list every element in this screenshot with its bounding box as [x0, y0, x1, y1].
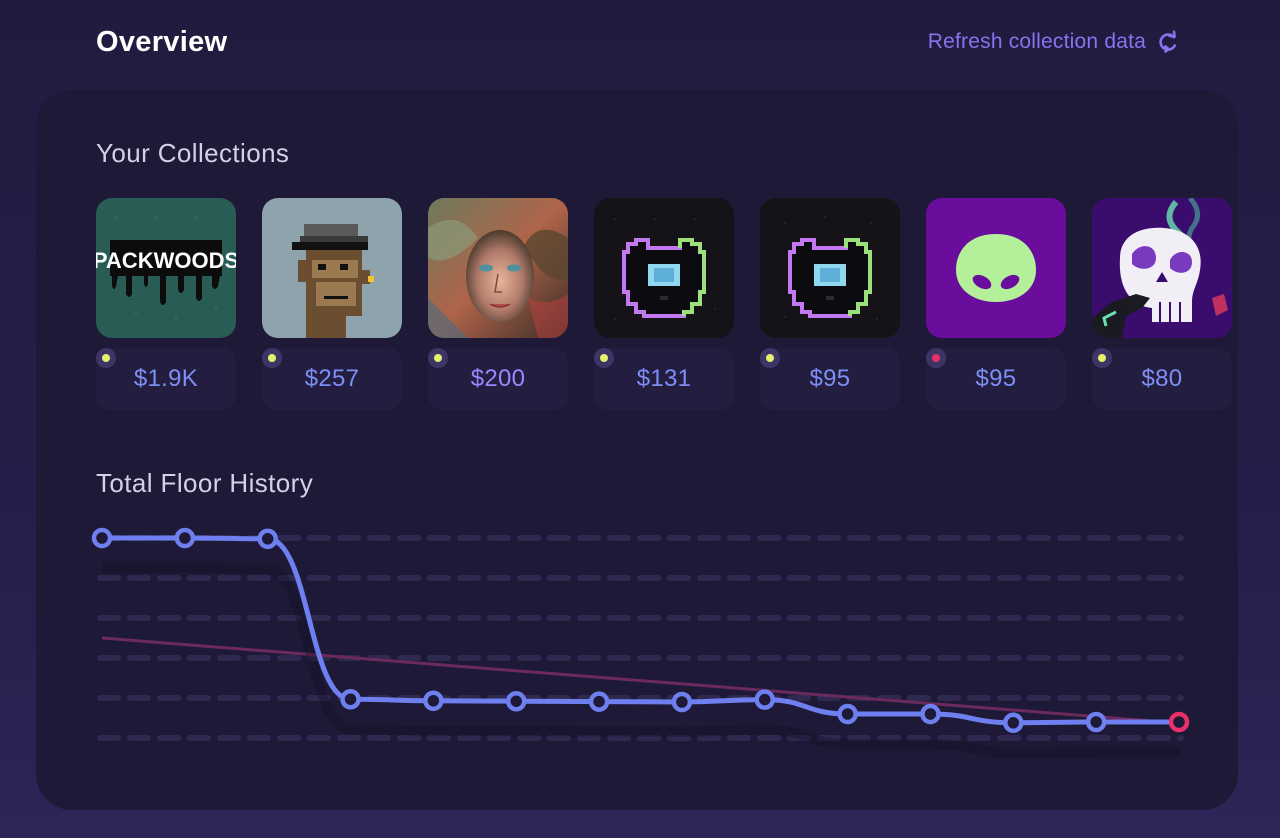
data-point[interactable]: [754, 689, 776, 710]
data-point[interactable]: [91, 527, 113, 549]
alien-head-image: [926, 198, 1066, 338]
data-point[interactable]: [588, 691, 610, 712]
overview-panel: Your Collections PACKWOODS $1.9K $257 $2…: [36, 90, 1238, 810]
pixel-ape-image: [262, 198, 402, 338]
collection-price: $1.9K: [96, 348, 236, 410]
trend-line: [101, 636, 1180, 725]
header: Overview Refresh collection data: [96, 22, 1180, 62]
status-indicator: [760, 348, 780, 368]
collection-card[interactable]: $131: [594, 198, 734, 410]
data-point[interactable]: [257, 528, 278, 550]
data-point[interactable]: [837, 703, 858, 725]
collection-card[interactable]: $257: [262, 198, 402, 410]
data-point[interactable]: [920, 703, 941, 725]
floor-history-chart: [91, 527, 1190, 758]
data-point[interactable]: [671, 691, 693, 713]
refresh-icon: [1156, 30, 1180, 54]
floor-history-title: Total Floor History: [96, 468, 314, 498]
collection-card[interactable]: $80: [1092, 198, 1232, 410]
collection-price: $200: [428, 348, 568, 410]
painted-portrait-image: [428, 198, 568, 338]
collection-card[interactable]: PACKWOODS $1.9K: [96, 198, 236, 410]
status-indicator: [1092, 348, 1112, 368]
data-point[interactable]: [423, 690, 444, 712]
collections-list: PACKWOODS $1.9K $257 $200 $131 $95 $95 $…: [96, 198, 1232, 410]
data-point[interactable]: [505, 690, 527, 712]
data-point[interactable]: [1085, 711, 1107, 733]
collection-price: $257: [262, 348, 402, 410]
status-indicator: [594, 348, 614, 368]
collection-price: $95: [926, 348, 1066, 410]
collection-price: $131: [594, 348, 734, 410]
collection-card[interactable]: $200: [428, 198, 568, 410]
collection-card[interactable]: $95: [760, 198, 900, 410]
data-point[interactable]: [174, 527, 196, 549]
refresh-label: Refresh collection data: [927, 30, 1146, 53]
skull-image: [1092, 198, 1232, 338]
data-point[interactable]: [1168, 711, 1190, 733]
status-indicator: [262, 348, 282, 368]
status-indicator: [926, 348, 946, 368]
collection-card[interactable]: $95: [926, 198, 1066, 410]
pixel-bear-image: [594, 198, 734, 338]
collections-title: Your Collections: [96, 138, 290, 168]
page-title: Overview: [96, 25, 228, 58]
collection-price: $95: [760, 348, 900, 410]
collection-price: $80: [1092, 348, 1232, 410]
svg-text:PACKWOODS: PACKWOODS: [96, 248, 236, 273]
pixel-bear-image: [760, 198, 900, 338]
packwoods-logo-image: PACKWOODS: [96, 198, 236, 338]
refresh-collection-button[interactable]: Refresh collection data: [928, 30, 1180, 54]
status-indicator: [96, 348, 116, 368]
data-point[interactable]: [340, 688, 361, 710]
data-point[interactable]: [1003, 712, 1024, 734]
status-indicator: [428, 348, 448, 368]
